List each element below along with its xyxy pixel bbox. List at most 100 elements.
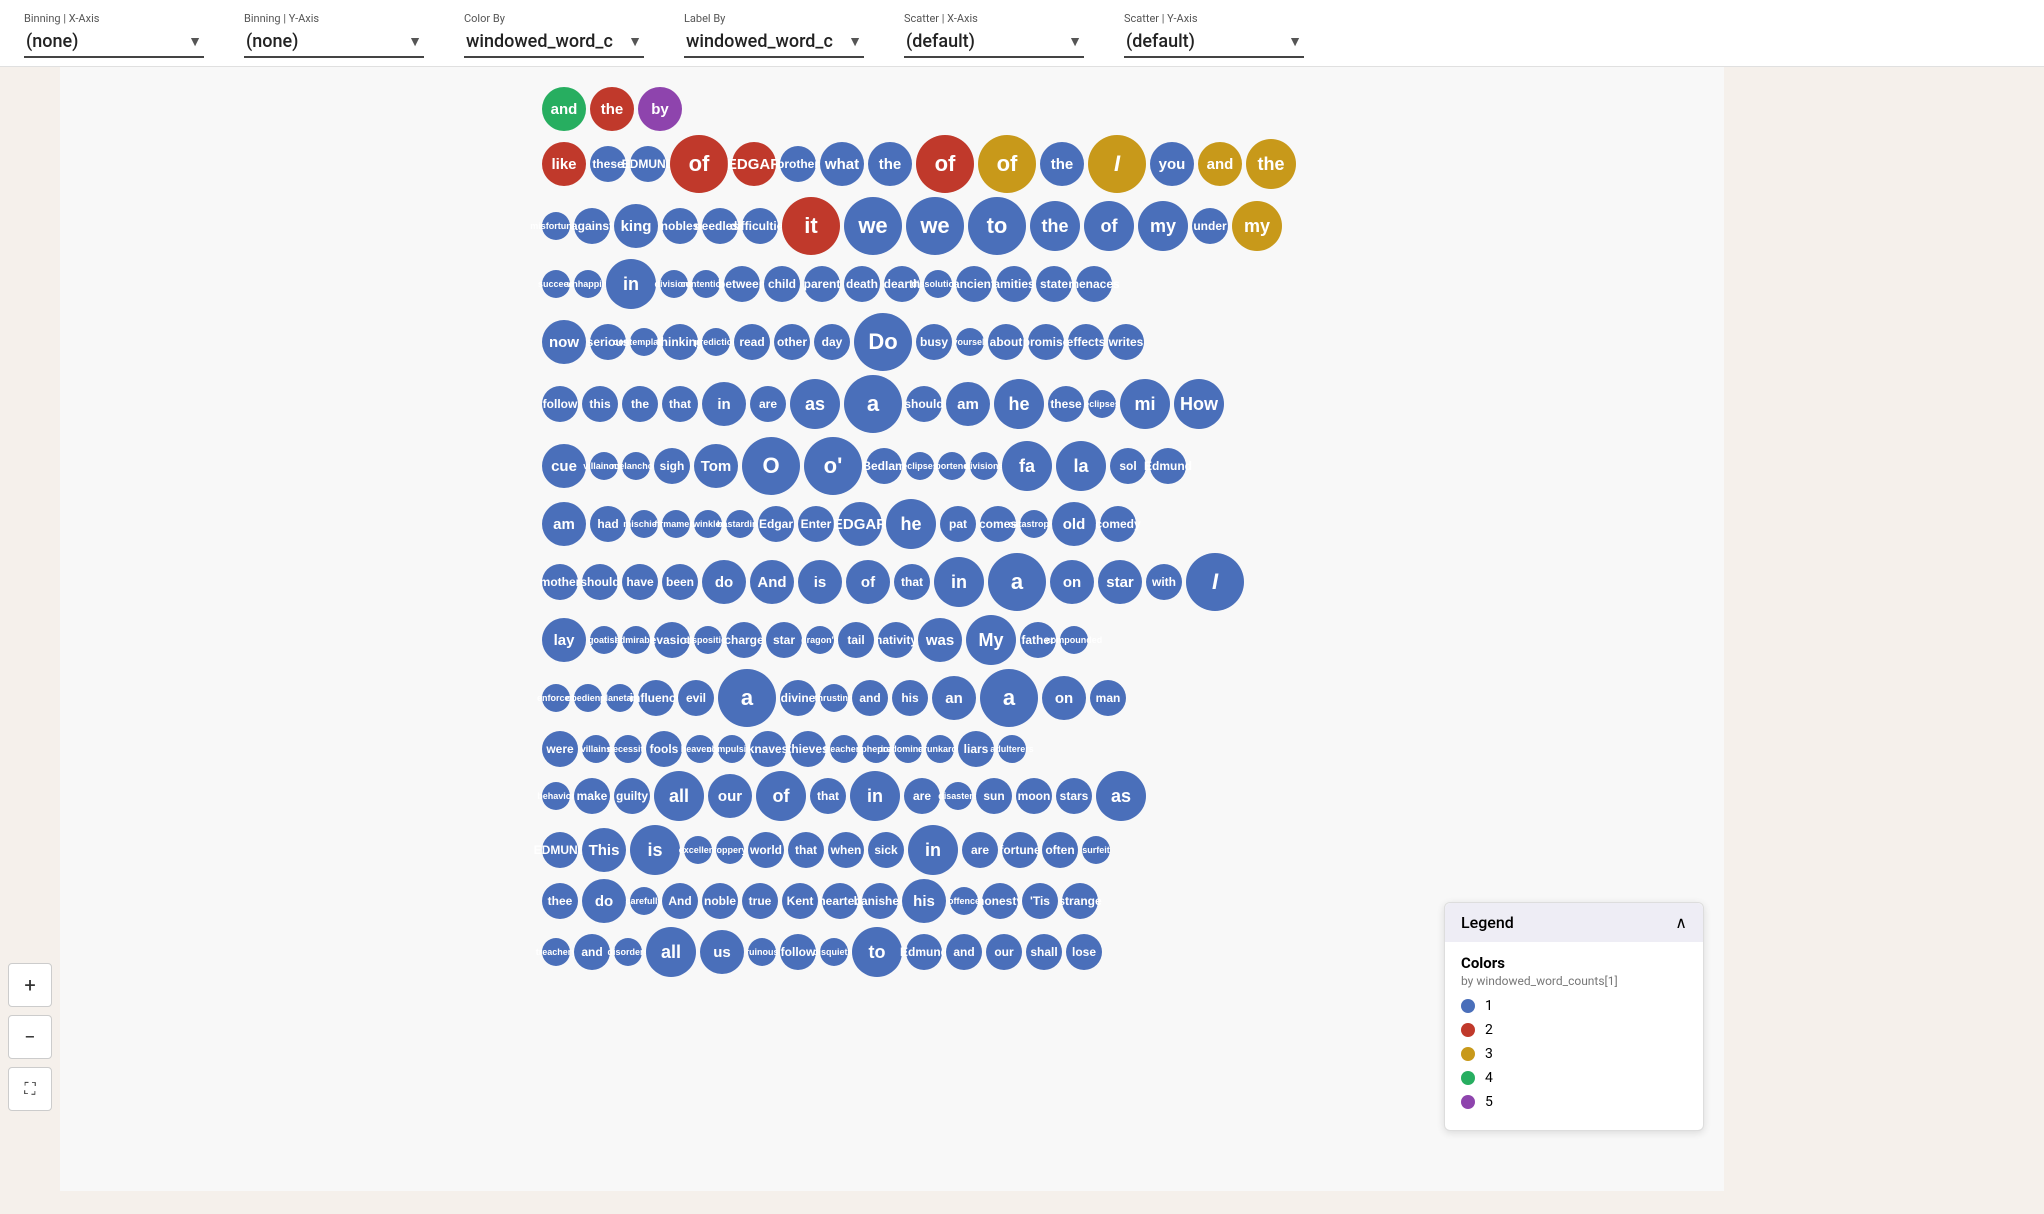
bubble[interactable]: divine xyxy=(780,680,816,716)
bubble[interactable]: of xyxy=(916,135,974,193)
bubble[interactable]: been xyxy=(662,564,698,600)
bubble[interactable]: when xyxy=(828,832,864,868)
bubble[interactable]: of xyxy=(670,135,728,193)
bubble[interactable]: shall xyxy=(1026,934,1062,970)
bubble[interactable]: contemplation xyxy=(630,328,658,356)
bubble[interactable]: lose xyxy=(1066,934,1102,970)
bubble[interactable]: mi xyxy=(1120,379,1170,429)
bubble[interactable]: of xyxy=(1084,201,1134,251)
bubble[interactable]: O xyxy=(742,437,800,495)
bubble[interactable]: that xyxy=(894,564,930,600)
bubble[interactable]: nativity xyxy=(878,622,914,658)
bubble[interactable]: do xyxy=(702,560,746,604)
bubble[interactable]: as xyxy=(790,379,840,429)
bubble[interactable]: the xyxy=(868,142,912,186)
bubble[interactable]: disposition xyxy=(694,626,722,654)
bubble[interactable]: knaves xyxy=(750,731,786,767)
bubble[interactable]: you xyxy=(1150,142,1194,186)
zoom-in-button[interactable]: + xyxy=(8,963,52,1007)
bubble[interactable]: were xyxy=(542,731,578,767)
bubble[interactable]: stars xyxy=(1056,778,1092,814)
bubble[interactable]: of xyxy=(846,560,890,604)
bubble[interactable]: on xyxy=(1050,560,1094,604)
bubble[interactable]: should xyxy=(906,386,942,422)
bubble[interactable]: the xyxy=(590,87,634,131)
bubble[interactable]: often xyxy=(1042,832,1078,868)
bubble[interactable]: Enter xyxy=(798,506,834,542)
bubble[interactable]: it xyxy=(782,197,840,255)
bubble[interactable]: these xyxy=(590,146,626,182)
bubble[interactable]: in xyxy=(850,771,900,821)
bubble[interactable]: offence xyxy=(950,887,978,915)
bubble[interactable]: I xyxy=(1088,135,1146,193)
bubble[interactable]: follow xyxy=(780,934,816,970)
bubble[interactable]: EDGAR xyxy=(732,142,776,186)
bubble[interactable]: star xyxy=(766,622,802,658)
bubble[interactable]: thee xyxy=(542,883,578,919)
bubble[interactable]: is xyxy=(630,825,680,875)
bubble[interactable]: our xyxy=(708,774,752,818)
bubble[interactable]: the xyxy=(1030,201,1080,251)
bubble[interactable]: now xyxy=(542,320,586,364)
bubble[interactable]: in xyxy=(908,825,958,875)
bubble[interactable]: in xyxy=(606,259,656,309)
bubble[interactable]: tail xyxy=(838,622,874,658)
bubble[interactable]: other xyxy=(774,324,810,360)
bubble[interactable]: villains xyxy=(582,735,610,763)
bubble[interactable]: pat xyxy=(940,506,976,542)
bubble[interactable]: true xyxy=(742,883,778,919)
bubble[interactable]: like xyxy=(542,142,586,186)
label-by-select[interactable]: windowed_word_c ▼ xyxy=(684,27,864,58)
binning-y-select[interactable]: (none) ▼ xyxy=(244,27,424,58)
bubble[interactable]: parent xyxy=(804,266,840,302)
bubble[interactable]: and xyxy=(574,934,610,970)
bubble[interactable]: Edmund xyxy=(1150,448,1186,484)
bubble[interactable]: ancient xyxy=(956,266,992,302)
bubble[interactable]: writes xyxy=(1108,324,1144,360)
bubble[interactable]: honesty xyxy=(982,883,1018,919)
bubble[interactable]: Edmund xyxy=(906,934,942,970)
bubble[interactable]: compounded xyxy=(1060,626,1088,654)
bubble[interactable]: obedience xyxy=(574,684,602,712)
bubble[interactable]: in xyxy=(934,557,984,607)
bubble[interactable]: charge xyxy=(726,622,762,658)
bubble[interactable]: and xyxy=(946,934,982,970)
bubble[interactable]: he xyxy=(994,379,1044,429)
bubble[interactable]: adulterers xyxy=(998,735,1026,763)
bubble[interactable]: menaces xyxy=(1076,266,1112,302)
bubble[interactable]: Kent xyxy=(782,883,818,919)
bubble[interactable]: old xyxy=(1052,502,1096,546)
color-by-select[interactable]: windowed_word_c ▼ xyxy=(464,27,644,58)
bubble[interactable]: evil xyxy=(678,680,714,716)
bubble[interactable]: This xyxy=(582,828,626,872)
bubble[interactable]: disorders xyxy=(614,938,642,966)
bubble[interactable]: divisions xyxy=(970,452,998,480)
bubble[interactable]: of xyxy=(978,135,1036,193)
bubble[interactable]: and xyxy=(852,680,888,716)
bubble[interactable]: follow xyxy=(542,386,578,422)
bubble[interactable]: Tom xyxy=(694,444,738,488)
bubble[interactable]: dragon's xyxy=(806,626,834,654)
bubble[interactable]: thrusting xyxy=(820,684,848,712)
bubble[interactable]: have xyxy=(622,564,658,600)
bubble[interactable]: bastarding xyxy=(726,510,754,538)
bubble[interactable]: foppery xyxy=(716,836,744,864)
bubble[interactable]: behavior xyxy=(542,782,570,810)
bubble[interactable]: difficulties xyxy=(742,208,778,244)
bubble[interactable]: misfortunes xyxy=(542,212,570,240)
bubble[interactable]: I xyxy=(1186,553,1244,611)
bubble[interactable]: and xyxy=(1198,142,1242,186)
bubble[interactable]: guilty xyxy=(614,778,650,814)
bubble[interactable]: Edgar xyxy=(758,506,794,542)
bubble[interactable]: the xyxy=(1040,142,1084,186)
bubble[interactable]: melancholy xyxy=(622,452,650,480)
bubble[interactable]: world xyxy=(748,832,784,868)
bubble[interactable]: admirable xyxy=(622,626,650,654)
bubble[interactable]: we xyxy=(906,197,964,255)
bubble[interactable]: carefully xyxy=(630,887,658,915)
bubble[interactable]: that xyxy=(810,778,846,814)
bubble[interactable]: the xyxy=(622,386,658,422)
bubble[interactable]: treachery xyxy=(542,938,570,966)
bubble[interactable]: drunkards xyxy=(926,735,954,763)
bubble[interactable]: sigh xyxy=(654,448,690,484)
